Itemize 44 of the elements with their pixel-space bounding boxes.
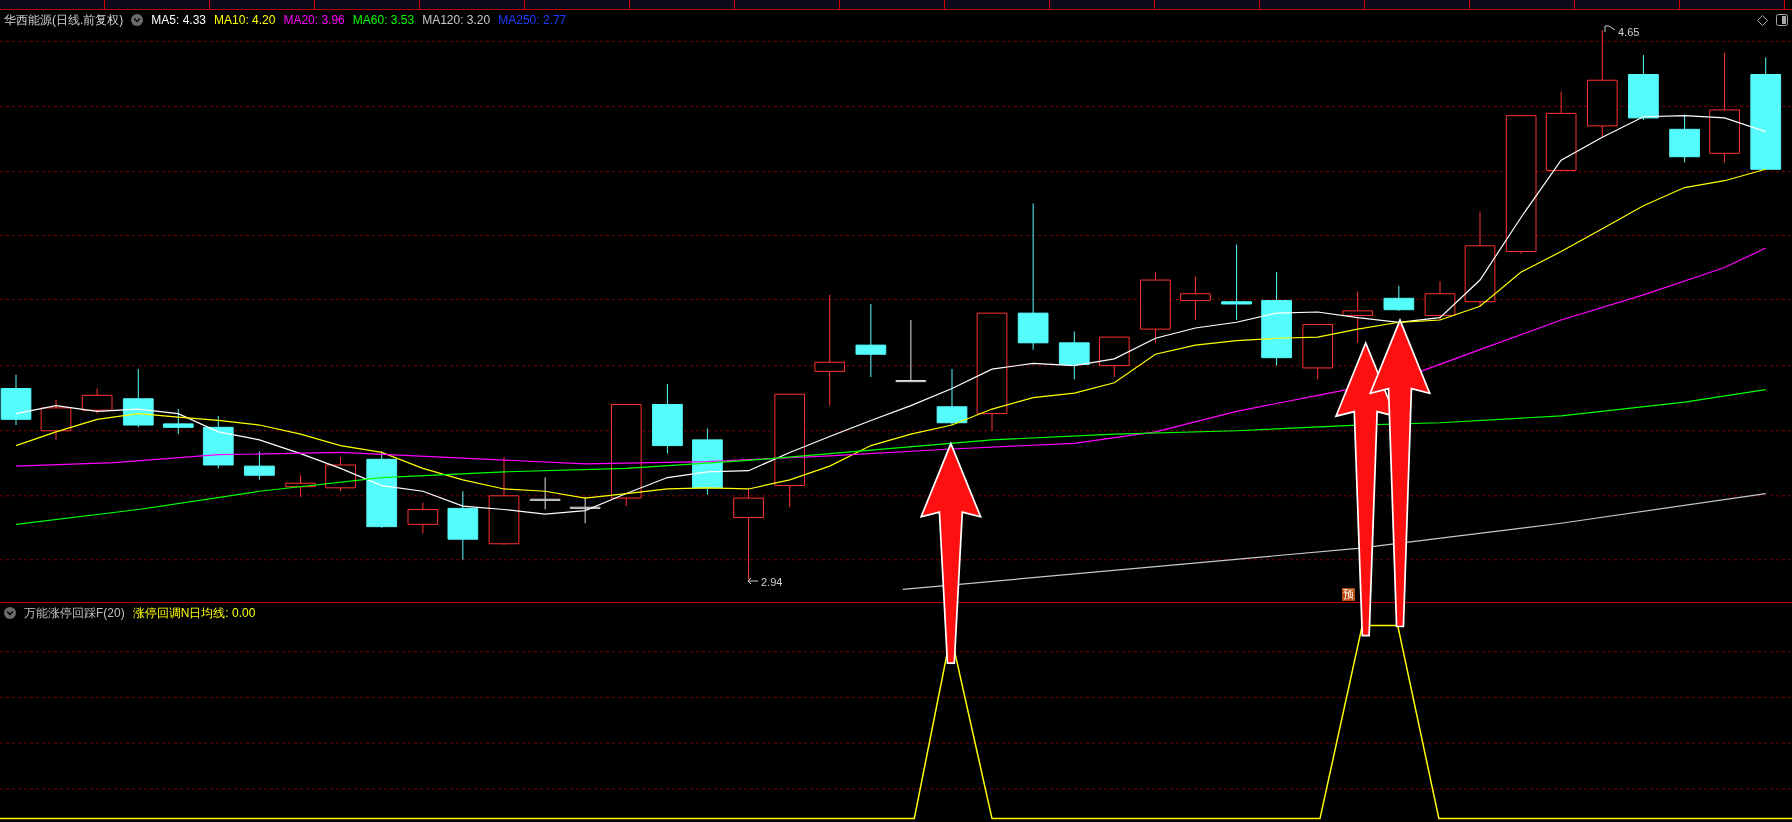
ma-legend-label: MA60: 3.53	[352, 12, 415, 29]
ma-legend-label: MA120: 3.20	[422, 12, 491, 29]
chevron-circle-icon[interactable]	[4, 606, 16, 619]
ma-legend-label: MA20: 3.96	[283, 12, 345, 29]
candlestick	[162, 408, 194, 435]
candlestick	[1669, 114, 1700, 163]
ma-legend-label: MA5: 4.33	[151, 12, 207, 29]
candlestick	[652, 383, 683, 455]
ma-legend-label: MA10: 4.20	[214, 12, 276, 29]
low-price-label: 2.94	[761, 575, 783, 590]
candlestick	[1628, 54, 1659, 121]
candlestick	[692, 427, 723, 496]
panel-toggle-icon[interactable]	[1776, 14, 1788, 26]
candlestick	[895, 319, 927, 383]
diamond-icon[interactable]	[1757, 14, 1768, 26]
candlestick	[1058, 330, 1090, 380]
high-price-label: 4.65	[1618, 25, 1640, 40]
ma-legend-label: MA250: 2.77	[498, 12, 567, 29]
candlestick	[122, 368, 154, 428]
candlestick	[325, 456, 356, 492]
signal-badge: 预	[1342, 588, 1355, 601]
candlestick	[936, 368, 968, 426]
candlestick	[40, 399, 72, 441]
candlestick	[1098, 336, 1130, 378]
candlestick	[202, 415, 234, 469]
candlestick	[1383, 285, 1415, 312]
candlestick	[81, 388, 113, 415]
candlestick	[1424, 280, 1456, 321]
chevron-circle-icon[interactable]	[131, 14, 144, 26]
indicator-title: 万能涨停回踩F(20)	[24, 604, 125, 622]
candlestick	[1342, 290, 1374, 344]
candlestick	[244, 450, 275, 481]
candlestick	[529, 477, 561, 510]
candlestick	[285, 474, 316, 498]
leader-line	[747, 577, 759, 585]
candlestick	[569, 496, 601, 524]
leader-line	[1604, 25, 1616, 33]
chart-title: 华西能源(日线.前复权)	[4, 12, 124, 29]
candlestick	[447, 490, 479, 561]
candlestick	[0, 374, 32, 426]
candlestick	[1302, 324, 1334, 380]
candlestick	[407, 502, 439, 534]
indicator-legend-label: 涨停回调N日均线: 0.00	[132, 604, 256, 622]
candlestick	[1180, 276, 1211, 321]
